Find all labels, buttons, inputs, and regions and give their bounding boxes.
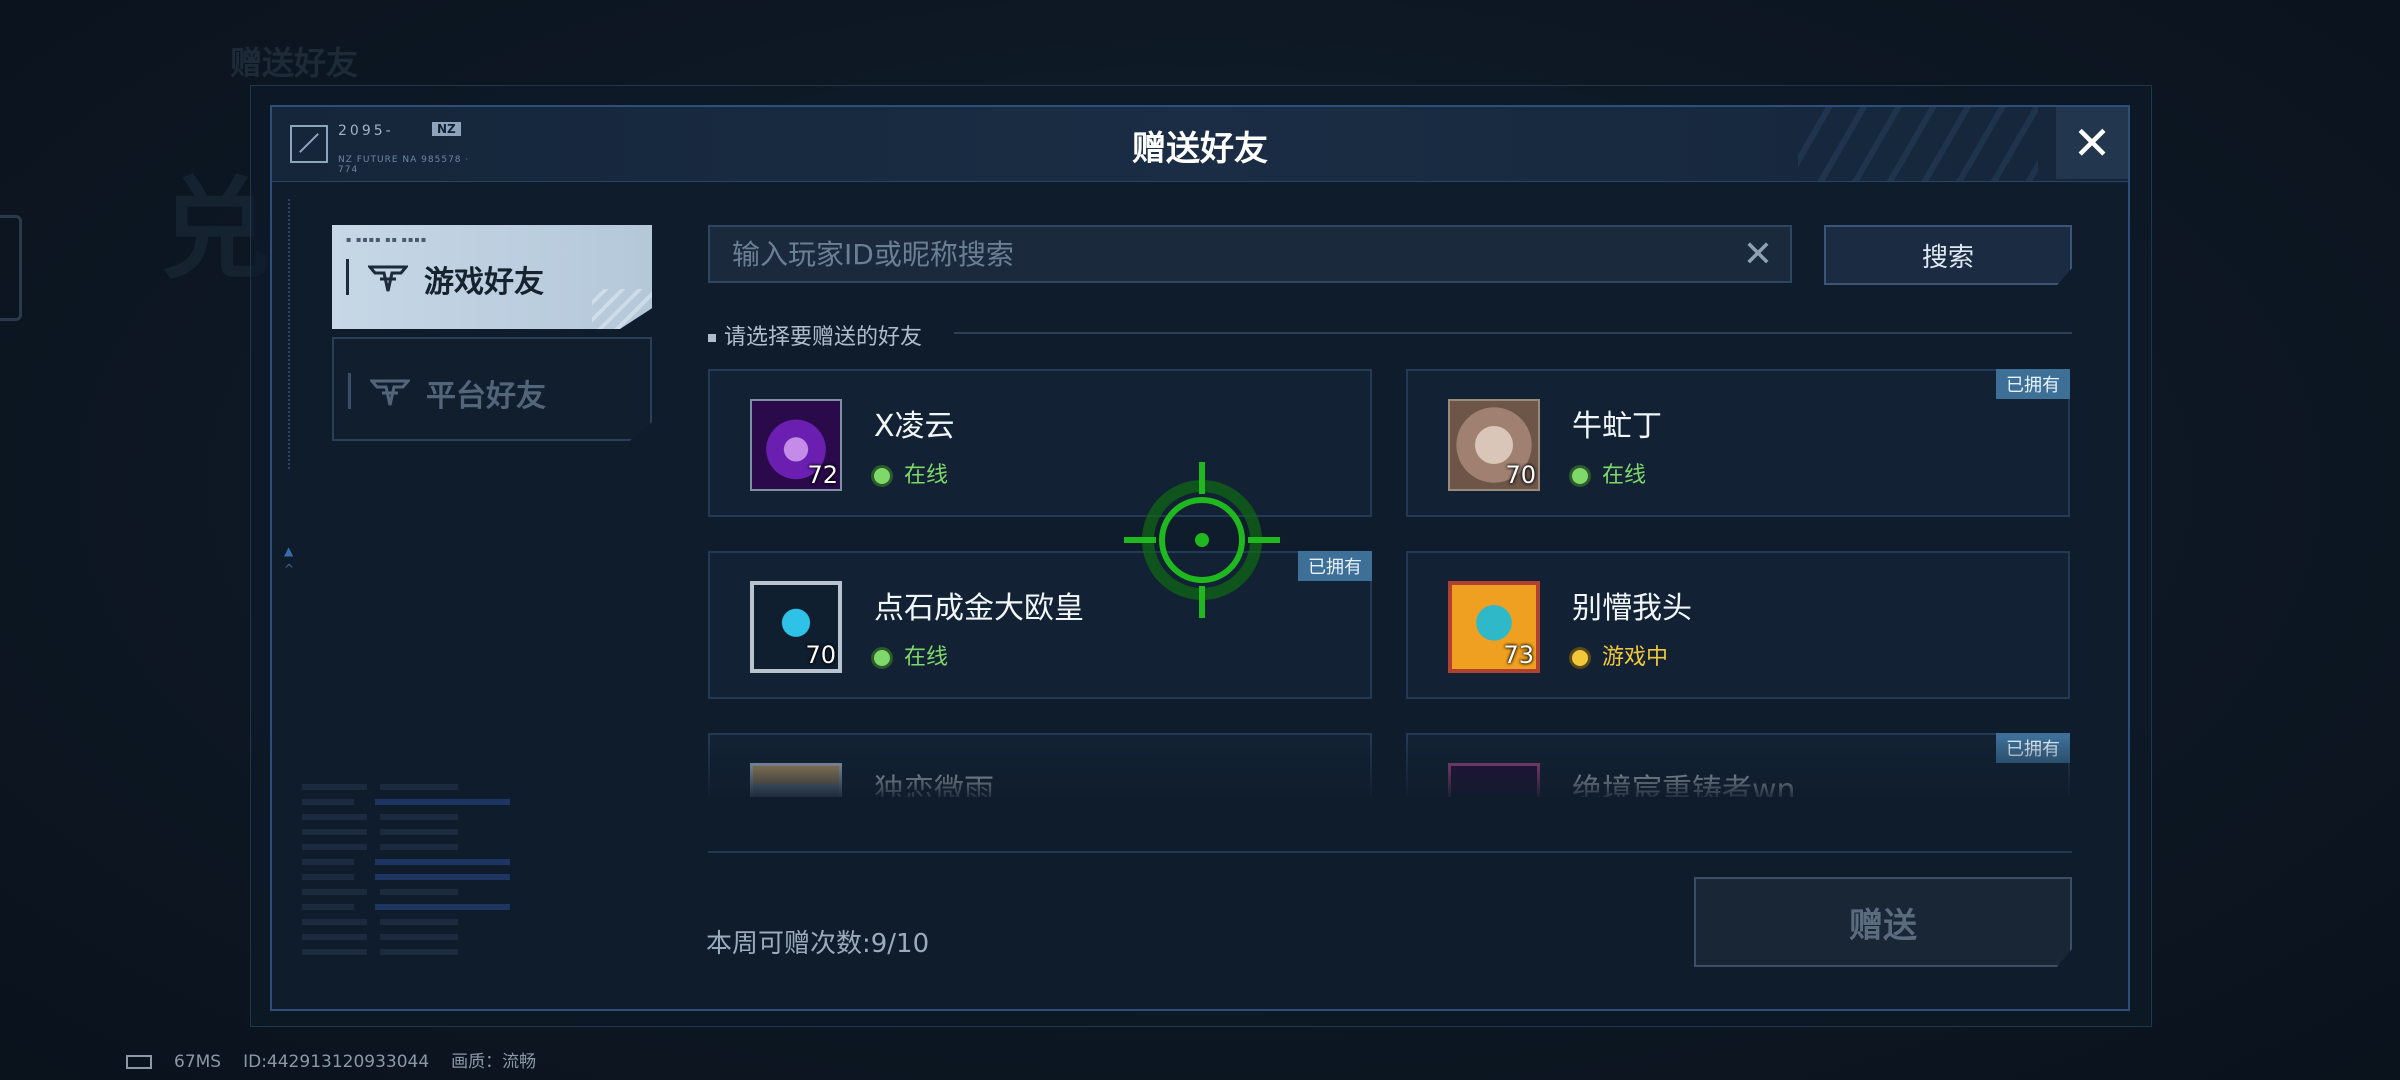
friend-status: 在线 <box>1572 457 1646 489</box>
dialog-header: 2095- NZ NZ FUTURE NA 985578 · 774 赠送好友 … <box>272 107 2128 182</box>
quality-label: 画质：流畅 <box>451 1052 537 1072</box>
tab-game-friends[interactable]: ▪ ▪▪▪▪ ▪▪ ▪▪▪▪ 游戏好友 <box>332 225 652 329</box>
battery-icon <box>126 1055 152 1069</box>
clear-search-button[interactable]: ✕ <box>1738 235 1778 275</box>
avatar: 72 <box>750 399 842 491</box>
avatar: 73 <box>1448 581 1540 673</box>
status-dot-icon <box>874 650 890 666</box>
side-decoration <box>288 199 300 469</box>
background-title: 赠送好友 <box>230 44 359 82</box>
friend-name: X凌云 <box>874 409 955 444</box>
log-decoration <box>302 775 562 985</box>
tab-indicator <box>348 373 351 409</box>
friend-status: 在线 <box>874 639 948 671</box>
tab-platform-friends[interactable]: 平台好友 <box>332 337 652 441</box>
level-label: 70 <box>1505 461 1536 489</box>
avatar: 70 <box>1448 399 1540 491</box>
tab-label: 平台好友 <box>426 379 546 414</box>
game-emblem-icon <box>370 379 410 406</box>
status-dot-icon <box>874 468 890 484</box>
owned-badge: 已拥有 <box>1298 551 1372 581</box>
tab-indicator <box>346 259 349 295</box>
ping-label: 67MS <box>174 1052 222 1072</box>
friend-status: 在线 <box>874 457 948 489</box>
tab-label: 游戏好友 <box>424 265 544 300</box>
close-icon: ✕ <box>1742 234 1774 275</box>
footer-divider <box>708 851 2072 853</box>
friend-card[interactable]: 绝境宸重铸者wn 已拥有 <box>1406 733 2070 797</box>
avatar <box>1448 763 1540 797</box>
avatar <box>750 763 842 797</box>
status-bar: 67MS ID:442913120933044 画质：流畅 <box>126 1047 558 1072</box>
game-emblem-icon <box>368 265 408 292</box>
close-button[interactable]: ✕ <box>2056 107 2128 179</box>
friend-name: 别懵我头 <box>1572 591 1692 626</box>
gift-button[interactable]: 赠送 <box>1694 877 2072 967</box>
dialog-title: 赠送好友 <box>1132 129 1268 169</box>
friend-list[interactable]: 72 X凌云 在线 70 牛虻丁 在线 已拥有 70 点石成金大欧皇 在线 已拥… <box>708 369 2074 797</box>
section-label: 请选择要赠送的好友 <box>708 319 922 351</box>
owned-badge: 已拥有 <box>1996 369 2070 399</box>
friend-name: 点石成金大欧皇 <box>874 591 1084 626</box>
search-input[interactable] <box>708 225 1792 283</box>
avatar: 70 <box>750 581 842 673</box>
section-divider <box>954 332 2072 334</box>
owned-badge: 已拥有 <box>1996 733 2070 763</box>
friend-name: 绝境宸重铸者wn <box>1572 773 1796 797</box>
level-label: 70 <box>805 641 836 669</box>
friend-status: 游戏中 <box>1572 639 1668 671</box>
status-dot-icon <box>1572 468 1588 484</box>
friend-card[interactable]: 独恋微雨 <box>708 733 1372 797</box>
tab-stripes <box>592 289 652 329</box>
player-id-label: ID:442913120933044 <box>243 1052 430 1072</box>
weekly-gift-count: 本周可赠次数:9/10 <box>706 929 930 959</box>
close-icon: ✕ <box>2072 116 2112 170</box>
background-side-hex <box>0 215 22 321</box>
tab-micro-text: ▪ ▪▪▪▪ ▪▪ ▪▪▪▪ <box>346 235 428 244</box>
scroll-up-icon: ▲ ^ <box>284 544 295 576</box>
status-dot-icon <box>1572 650 1588 666</box>
friend-card[interactable]: 73 别懵我头 游戏中 <box>1406 551 2070 699</box>
level-label: 72 <box>807 461 838 489</box>
search-button[interactable]: 搜索 <box>1824 225 2072 285</box>
level-label: 73 <box>1503 641 1534 669</box>
friend-name: 独恋微雨 <box>874 773 994 797</box>
friend-name: 牛虻丁 <box>1572 409 1662 444</box>
friend-card[interactable]: 70 牛虻丁 在线 已拥有 <box>1406 369 2070 517</box>
crosshair-icon <box>1124 462 1280 618</box>
